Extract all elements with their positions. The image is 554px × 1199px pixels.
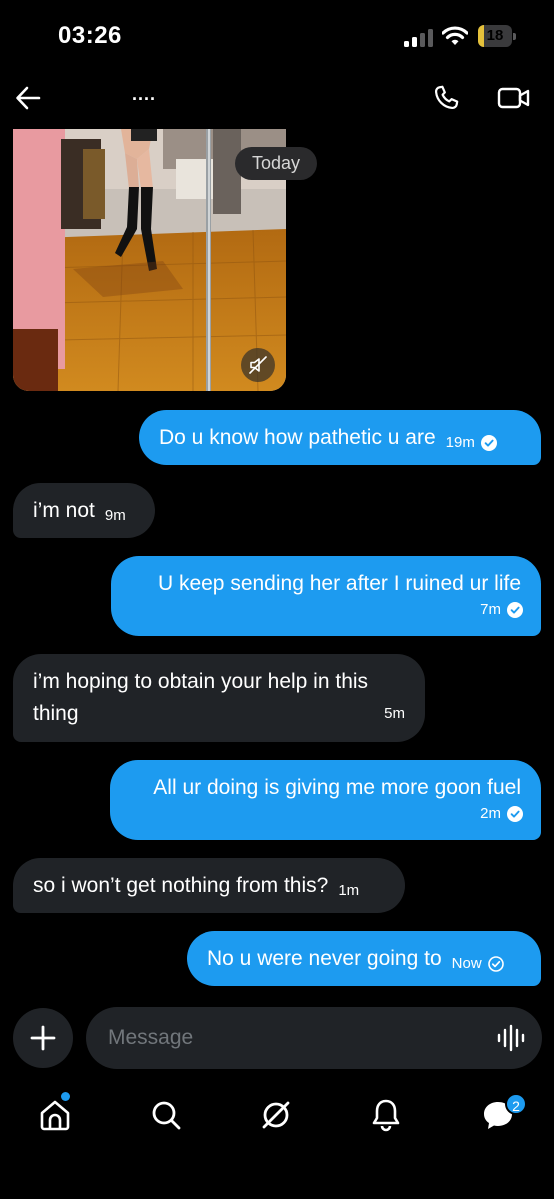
- message-bubble-outgoing[interactable]: No u were never going to Now: [187, 931, 541, 986]
- battery-level: 18: [486, 27, 504, 44]
- status-bar: 03:26 18: [0, 0, 554, 70]
- tab-search[interactable]: [146, 1095, 186, 1135]
- conversation-header: ....: [0, 70, 554, 128]
- arrow-left-icon: [16, 86, 41, 110]
- message-input[interactable]: [108, 1007, 478, 1069]
- tab-grok[interactable]: [256, 1095, 296, 1135]
- message-bubble-outgoing[interactable]: U keep sending her after I ruined ur lif…: [111, 556, 541, 636]
- search-icon: [152, 1101, 181, 1130]
- add-attachment-button[interactable]: [13, 1008, 73, 1068]
- message-composer: [86, 1007, 542, 1069]
- message-bubble-outgoing[interactable]: All ur doing is giving me more goon fuel…: [110, 760, 541, 840]
- message-time: 7m: [480, 601, 501, 618]
- message-time: 1m: [338, 881, 360, 899]
- sent-receipt-icon: [487, 955, 504, 972]
- status-time: 03:26: [58, 22, 122, 49]
- tab-notifications[interactable]: [366, 1095, 406, 1135]
- phone-icon: [434, 85, 459, 110]
- message-bubble-outgoing[interactable]: Do u know how pathetic u are 19m: [139, 410, 541, 465]
- date-separator: Today: [235, 147, 318, 180]
- read-receipt-icon: [480, 434, 497, 451]
- bottom-tab-bar: [0, 1085, 554, 1199]
- home-notification-dot: [61, 1092, 70, 1101]
- plus-icon: [30, 1025, 56, 1051]
- wifi-icon: [442, 26, 468, 45]
- message-bubble-incoming[interactable]: i’m not 9m: [13, 483, 155, 538]
- speaker-muted-icon: [249, 356, 267, 374]
- message-bubble-incoming[interactable]: so i won’t get nothing from this? 1m: [13, 858, 405, 913]
- battery-indicator: 18: [478, 25, 516, 47]
- cellular-signal-icon: [404, 29, 433, 47]
- messages-unread-badge: 2: [505, 1093, 527, 1115]
- message-time: 9m: [104, 506, 126, 524]
- message-bubble-incoming[interactable]: i’m hoping to obtain your help in this t…: [13, 654, 425, 742]
- message-time: 2m: [480, 805, 501, 822]
- voice-waveform-icon[interactable]: [496, 1024, 526, 1052]
- message-text: Do u know how pathetic u are: [159, 425, 436, 449]
- mute-toggle-button[interactable]: [241, 348, 275, 382]
- voice-call-button[interactable]: [428, 80, 464, 116]
- back-button[interactable]: [10, 80, 46, 116]
- message-time: 5m: [384, 705, 405, 722]
- grok-icon: [262, 1101, 290, 1129]
- message-text: i’m hoping to obtain your help in this t…: [33, 670, 369, 725]
- conversation-title[interactable]: ....: [132, 84, 156, 105]
- message-text: so i won’t get nothing from this?: [33, 873, 329, 897]
- message-text: No u were never going to: [207, 946, 442, 970]
- message-time: 19m: [445, 433, 475, 451]
- tab-home[interactable]: [35, 1095, 75, 1135]
- home-icon: [40, 1100, 70, 1131]
- read-receipt-icon: [507, 806, 523, 822]
- message-text: i’m not: [33, 498, 95, 522]
- bell-icon: [372, 1099, 400, 1132]
- message-time: Now: [451, 954, 482, 972]
- message-text: All ur doing is giving me more goon fuel: [153, 776, 521, 799]
- video-camera-icon: [497, 87, 530, 109]
- video-call-button[interactable]: [494, 80, 534, 116]
- message-text: U keep sending her after I ruined ur lif…: [157, 572, 521, 595]
- read-receipt-icon: [507, 602, 523, 618]
